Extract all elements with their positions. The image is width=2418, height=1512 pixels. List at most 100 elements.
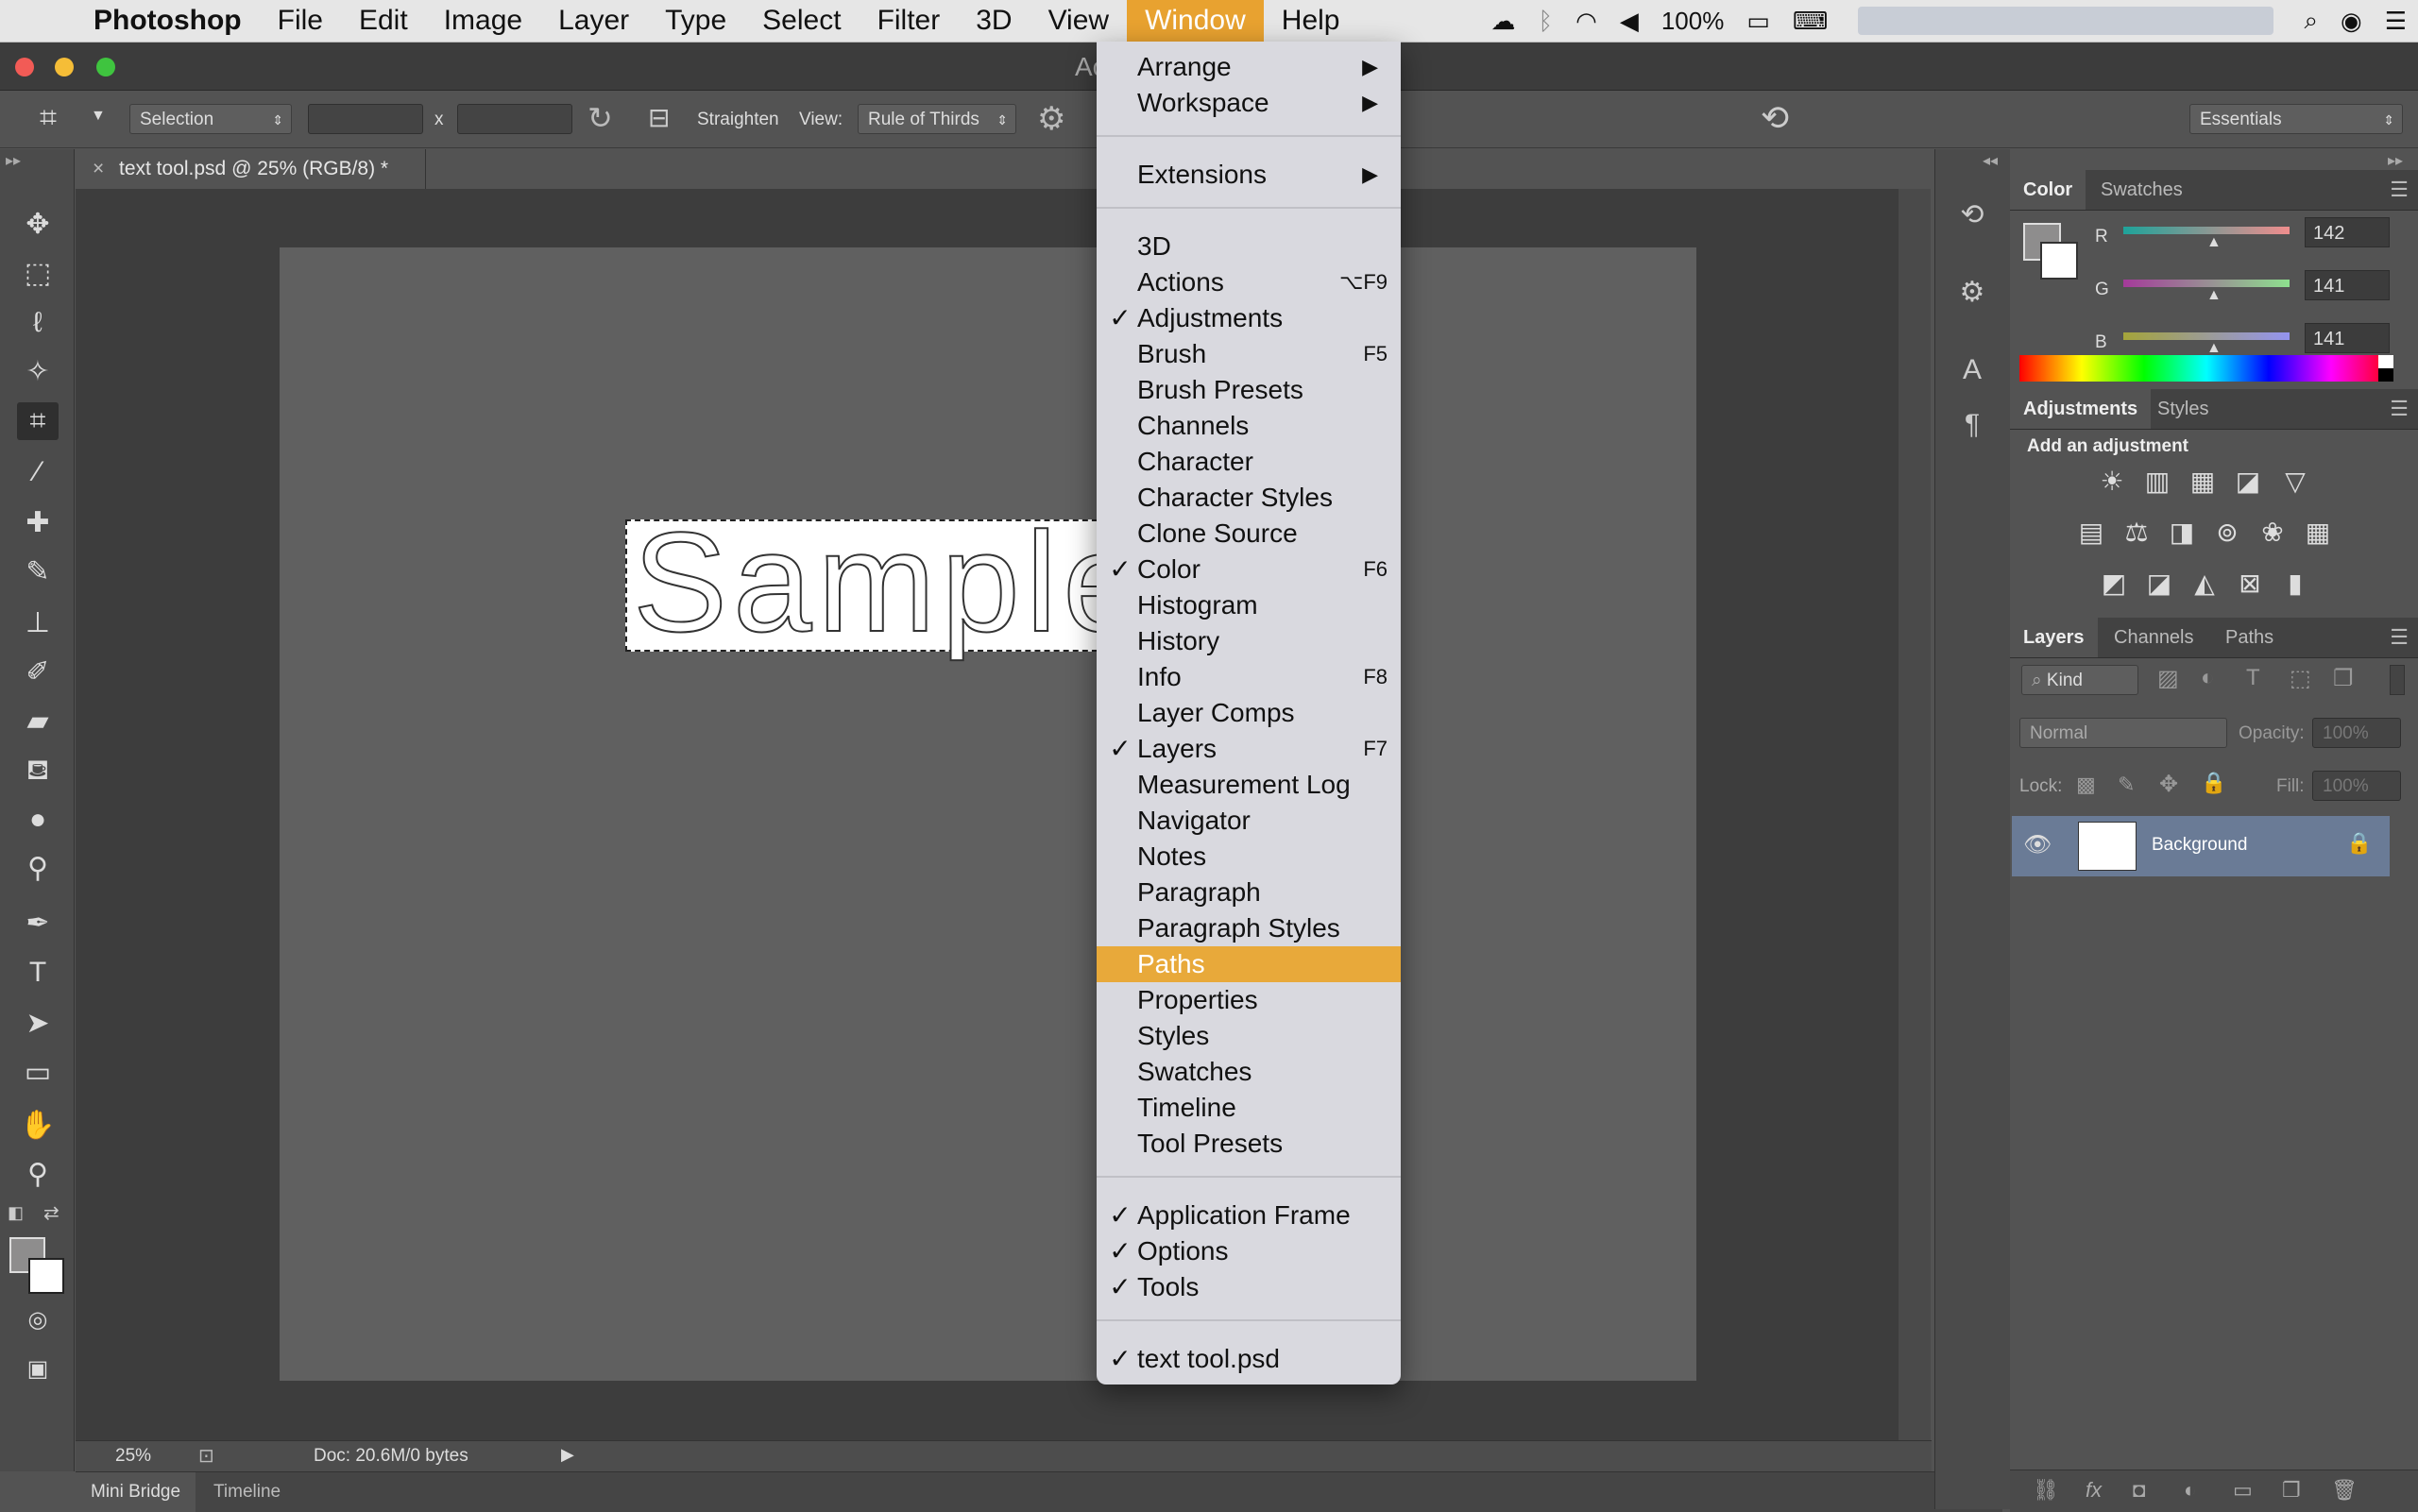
channel-mixer-icon[interactable]: ❀ — [2256, 516, 2290, 550]
healing-brush-tool-icon[interactable]: ✚ — [17, 504, 59, 542]
opacity-input[interactable]: 100% — [2312, 718, 2401, 748]
brightness-contrast-icon[interactable]: ☀ — [2095, 465, 2129, 499]
siri-icon[interactable]: ◉ — [2341, 7, 2362, 36]
eye-icon[interactable]: 👁 — [2023, 831, 2052, 858]
photo-filter-icon[interactable]: ⊚ — [2210, 516, 2244, 550]
posterize-icon[interactable]: ◪ — [2142, 567, 2176, 601]
menu-item-notes[interactable]: Notes — [1097, 839, 1401, 875]
hue-saturation-icon[interactable]: ▤ — [2074, 516, 2108, 550]
eyedropper-tool-icon[interactable]: ⁄ — [17, 453, 59, 491]
menu-item-actions[interactable]: Actions ⌥F9 — [1097, 264, 1401, 300]
panel-menu-icon[interactable]: ☰ — [2390, 625, 2409, 650]
crop-tool-icon[interactable]: ⌗ — [17, 402, 59, 440]
history-panel-icon[interactable]: ⟲ — [1953, 196, 1991, 234]
threshold-icon[interactable]: ◭ — [2188, 567, 2222, 601]
menu-item-channels[interactable]: Channels — [1097, 408, 1401, 444]
filter-pixel-icon[interactable]: ▨ — [2157, 665, 2179, 692]
straighten-icon[interactable]: ⊟ — [648, 102, 670, 133]
menu-item-navigator[interactable]: Navigator — [1097, 803, 1401, 839]
menu-item-layers[interactable]: ✓ Layers F7 — [1097, 731, 1401, 767]
tab-channels[interactable]: Channels — [2101, 618, 2207, 657]
filter-smart-object-icon[interactable]: ❐ — [2333, 665, 2354, 692]
tab-paths[interactable]: Paths — [2212, 618, 2287, 657]
magic-wand-tool-icon[interactable]: ✧ — [17, 353, 59, 391]
background-color-swatch[interactable] — [2040, 242, 2078, 280]
menu-file[interactable]: File — [260, 0, 341, 42]
menu-item-measurement-log[interactable]: Measurement Log — [1097, 767, 1401, 803]
add-mask-icon[interactable]: ◘ — [2133, 1478, 2145, 1503]
menu-item-tool-presets[interactable]: Tool Presets — [1097, 1126, 1401, 1162]
menu-item-character[interactable]: Character — [1097, 444, 1401, 480]
filter-adjustment-icon[interactable]: ◐ — [2201, 665, 2215, 691]
menu-item-paragraph-styles[interactable]: Paragraph Styles — [1097, 910, 1401, 946]
eraser-tool-icon[interactable]: ▰ — [17, 703, 59, 740]
channel-value-r[interactable]: 142 — [2305, 217, 2390, 247]
filter-type-icon[interactable]: T — [2246, 665, 2260, 691]
channel-value-b[interactable]: 141 — [2305, 323, 2390, 353]
expand-panels-icon[interactable]: ◂◂ — [1983, 151, 1998, 170]
menu-item-info[interactable]: Info F8 — [1097, 659, 1401, 695]
menu-item-extensions[interactable]: Extensions ▶ — [1097, 157, 1401, 193]
menu-help[interactable]: Help — [1264, 0, 1358, 42]
pen-tool-icon[interactable]: ✒ — [17, 905, 59, 943]
brush-tool-icon[interactable]: ✎ — [17, 553, 59, 591]
reset-crop-icon[interactable]: ⟲ — [1761, 98, 1789, 138]
swap-rotate-icon[interactable]: ↻ — [587, 100, 613, 136]
levels-icon[interactable]: ▥ — [2140, 465, 2174, 499]
dodge-tool-icon[interactable]: ⚲ — [17, 850, 59, 888]
layer-name[interactable]: Background — [2152, 835, 2247, 856]
battery-icon[interactable]: ▭ — [1746, 7, 1770, 36]
move-tool-icon[interactable]: ✥ — [17, 206, 59, 244]
new-layer-icon[interactable]: ❐ — [2282, 1478, 2301, 1503]
vibrance-icon[interactable]: ▽ — [2278, 465, 2312, 499]
blend-mode-select[interactable]: Normal — [2019, 718, 2227, 748]
status-export-icon[interactable]: ⊡ — [198, 1444, 214, 1468]
creative-cloud-icon[interactable]: ☁ — [1491, 7, 1516, 36]
zoom-level[interactable]: 25% — [115, 1446, 151, 1467]
rectangle-tool-icon[interactable]: ▭ — [17, 1054, 59, 1092]
tab-layers[interactable]: Layers — [2010, 618, 2098, 657]
tab-color[interactable]: Color — [2010, 170, 2086, 210]
exposure-icon[interactable]: ◪ — [2231, 465, 2265, 499]
type-tool-icon[interactable]: T — [17, 954, 59, 992]
menu-photoshop[interactable]: Photoshop — [76, 0, 260, 42]
menu-item-styles[interactable]: Styles — [1097, 1018, 1401, 1054]
menu-item-history[interactable]: History — [1097, 623, 1401, 659]
menu-item-properties[interactable]: Properties — [1097, 982, 1401, 1018]
menu-item-tools[interactable]: ✓ Tools — [1097, 1269, 1401, 1305]
spotlight-search-icon[interactable]: ⌕ — [2304, 6, 2318, 36]
menu-item-timeline[interactable]: Timeline — [1097, 1090, 1401, 1126]
tab-timeline[interactable]: Timeline — [213, 1472, 281, 1512]
menu-window[interactable]: Window — [1127, 0, 1264, 42]
menu-item-clone-source[interactable]: Clone Source — [1097, 516, 1401, 552]
menu-edit[interactable]: Edit — [341, 0, 426, 42]
slider-thumb-icon[interactable]: ▲ — [2206, 287, 2222, 304]
properties-panel-icon[interactable]: ⚙ — [1953, 274, 1991, 312]
gradient-map-icon[interactable]: ▮ — [2278, 567, 2312, 601]
new-group-icon[interactable]: ▭ — [2233, 1478, 2253, 1503]
menu-item-paragraph[interactable]: Paragraph — [1097, 875, 1401, 910]
fill-input[interactable]: 100% — [2312, 771, 2401, 801]
zoom-tool-icon[interactable]: ⚲ — [17, 1156, 59, 1194]
document-canvas[interactable] — [280, 247, 1696, 1381]
invert-icon[interactable]: ◩ — [2097, 567, 2131, 601]
rectangular-marquee-tool-icon[interactable]: ⬚ — [17, 255, 59, 293]
menu-item-brush[interactable]: Brush F5 — [1097, 336, 1401, 372]
lasso-tool-icon[interactable]: ℓ — [17, 304, 59, 342]
hand-tool-icon[interactable]: ✋ — [17, 1107, 59, 1145]
menu-item-options[interactable]: ✓ Options — [1097, 1233, 1401, 1269]
menu-type[interactable]: Type — [647, 0, 744, 42]
menu-item-layer-comps[interactable]: Layer Comps — [1097, 695, 1401, 731]
zoom-window-button[interactable] — [96, 58, 115, 76]
input-menu-icon[interactable]: ⌨ — [1793, 7, 1829, 36]
gear-icon[interactable]: ⚙ — [1037, 100, 1065, 138]
minimize-window-button[interactable] — [55, 58, 74, 76]
menu-item-paths[interactable]: Paths — [1097, 946, 1401, 982]
color-spectrum-ramp[interactable] — [2019, 355, 2393, 382]
menu-item-application-frame[interactable]: ✓ Application Frame — [1097, 1198, 1401, 1233]
color-balance-icon[interactable]: ⚖ — [2120, 516, 2154, 550]
crop-tool-preset-icon[interactable]: ⌗ — [40, 100, 57, 136]
channel-slider-b[interactable] — [2123, 332, 2290, 340]
collapse-panels-icon[interactable]: ▸▸ — [2388, 151, 2403, 170]
history-brush-tool-icon[interactable]: ✐ — [17, 654, 59, 691]
